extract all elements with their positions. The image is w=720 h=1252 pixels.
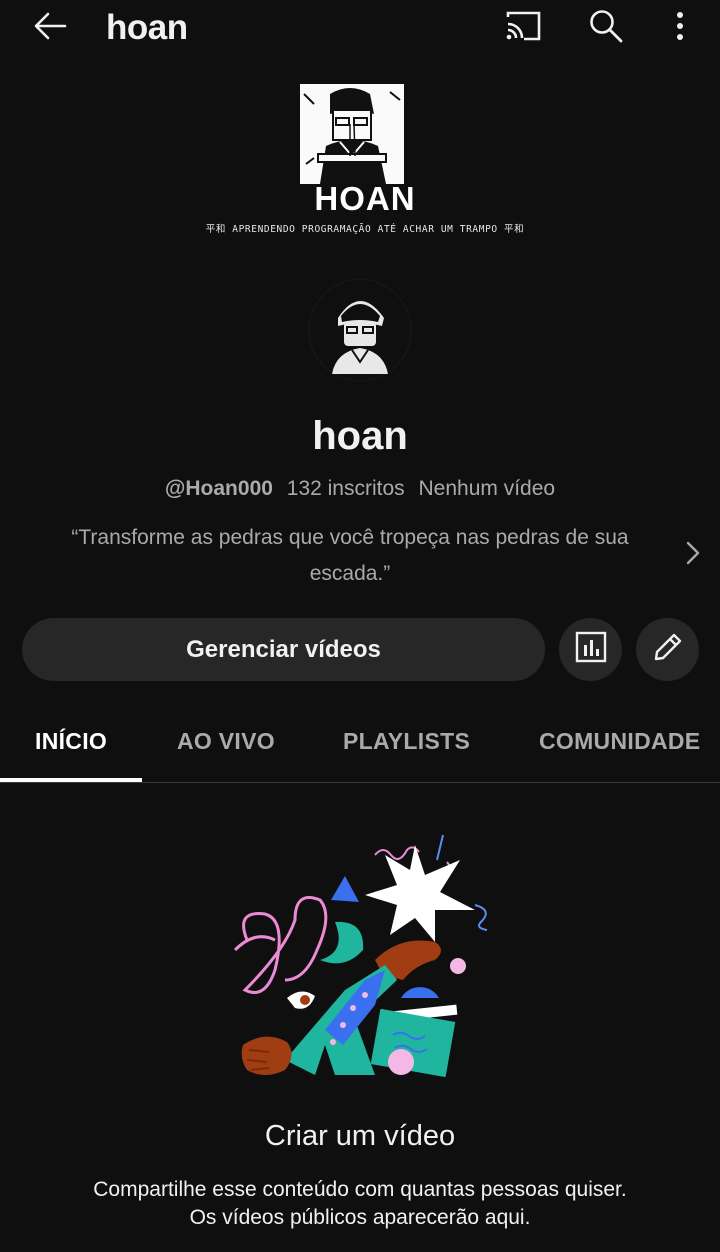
banner-artwork (300, 84, 404, 184)
tab-inicio[interactable]: INÍCIO (35, 728, 107, 755)
active-tab-indicator (0, 778, 142, 782)
empty-state-title: Criar um vídeo (264, 1120, 456, 1152)
edit-channel-button[interactable] (636, 618, 699, 681)
analytics-button[interactable] (559, 618, 622, 681)
more-vert-icon[interactable] (660, 6, 700, 46)
channel-name: hoan (312, 414, 408, 458)
empty-state-line-2: Os vídeos públicos aparecerão aqui. (189, 1206, 531, 1229)
tab-ao-vivo[interactable]: AO VIVO (177, 728, 275, 755)
tab-comunidade[interactable]: COMUNIDADE (539, 728, 700, 755)
avatar[interactable] (308, 278, 412, 382)
page-title: hoan (106, 8, 188, 47)
subscriber-count: 132 inscritos (286, 477, 405, 500)
create-video-illustration (225, 830, 495, 1085)
banner-title: HOAN (314, 180, 416, 217)
search-icon[interactable] (582, 6, 630, 46)
top-app-bar: hoan (0, 0, 720, 56)
channel-description[interactable]: “Transforme as pedras que você tropeça n… (30, 520, 670, 592)
back-arrow-icon[interactable] (26, 6, 74, 46)
empty-state-line-1: Compartilhe esse conteúdo com quantas pe… (93, 1178, 627, 1201)
chevron-right-icon[interactable] (680, 538, 704, 568)
empty-state-text: Compartilhe esse conteúdo com quantas pe… (0, 1176, 720, 1232)
banner-tagline: 平和 APRENDENDO PROGRAMAÇÃO ATÉ ACHAR UM T… (205, 224, 525, 235)
channel-meta: @Hoan000 132 inscritos Nenhum vídeo (0, 477, 720, 501)
video-count: Nenhum vídeo (418, 477, 556, 500)
pencil-icon (652, 631, 684, 668)
channel-tabs: INÍCIO AO VIVO PLAYLISTS COMUNIDADE (0, 708, 720, 783)
analytics-icon (575, 631, 607, 668)
channel-banner: HOAN 平和 APRENDENDO PROGRAMAÇÃO ATÉ ACHAR… (170, 80, 560, 240)
cast-icon[interactable] (499, 6, 547, 46)
channel-handle: @Hoan000 (164, 477, 273, 500)
tab-playlists[interactable]: PLAYLISTS (343, 728, 470, 755)
manage-videos-button[interactable]: Gerenciar vídeos (22, 618, 545, 681)
